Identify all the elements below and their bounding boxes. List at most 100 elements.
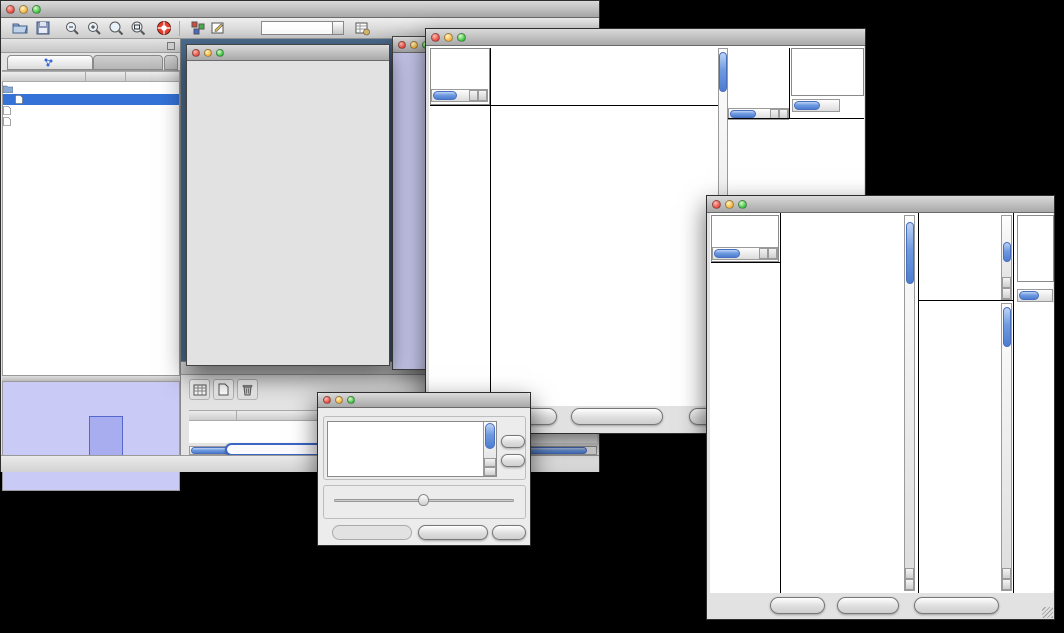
save-data-button[interactable] [837,597,899,614]
minimize-button[interactable] [444,33,453,42]
divider [918,300,1013,301]
scroll-up-icon[interactable] [1002,568,1011,579]
minimize-button[interactable] [19,5,28,14]
zoom-selected-icon[interactable] [108,20,124,36]
col-network[interactable] [2,71,86,82]
new-attribute-icon[interactable] [213,379,234,400]
minimize-button[interactable] [204,49,212,57]
tab-network[interactable] [7,55,93,70]
network-row[interactable] [3,105,179,116]
float-panel-icon[interactable] [167,42,175,50]
network-row[interactable] [3,116,179,127]
minimize-button[interactable] [335,396,343,404]
settings-button[interactable] [770,597,825,614]
open-file-icon[interactable] [12,20,28,36]
control-panel-header [1,39,180,53]
birdseye-viewport-rect[interactable] [89,416,123,460]
network-edges [127,94,181,105]
row-dendrogram[interactable] [430,107,490,404]
scroll-right-icon[interactable] [478,90,487,101]
heatmap-zoom-view[interactable] [921,303,1001,591]
close-button[interactable] [323,396,331,404]
heatmap-global-view[interactable] [781,215,904,591]
scroll-up-icon[interactable] [1002,277,1011,288]
scroll-right-icon[interactable] [768,248,777,259]
birdseye-view[interactable] [2,381,180,491]
zoom-fit-icon[interactable] [130,20,146,36]
zoom-window-button[interactable] [32,5,41,14]
scroll-down-icon[interactable] [905,579,914,590]
heatmap-zoom-view[interactable] [730,120,788,170]
create-vizmap-button[interactable] [418,525,488,540]
network-row-selected[interactable] [3,94,179,105]
network1-titlebar[interactable] [187,45,389,61]
export-graphics-button[interactable] [914,597,999,614]
resize-grip[interactable] [1042,607,1053,618]
help-lifesaver-icon[interactable] [156,20,172,36]
treeview1-titlebar[interactable] [426,29,865,46]
usage-hscrollbar[interactable] [792,99,840,112]
scroll-down-icon[interactable] [1002,288,1011,299]
scroll-up-icon[interactable] [905,568,914,579]
close-button[interactable] [431,33,440,42]
zoomview-vscrollbar[interactable] [1001,303,1012,591]
col-id[interactable] [189,410,237,421]
network-edges [127,105,181,116]
labels-vscrollbar[interactable] [1001,215,1012,300]
close-button[interactable] [398,41,406,49]
delete-attribute-icon[interactable] [237,379,258,400]
zoom-out-icon[interactable] [64,20,80,36]
control-panel [1,39,181,455]
treeview2-titlebar[interactable] [707,196,1054,213]
close-button[interactable] [712,200,721,209]
heatmap-global-view[interactable] [492,107,718,404]
speed-slider-thumb[interactable] [418,494,429,506]
viewstatus-hscrollbar[interactable] [712,247,778,260]
save-icon[interactable] [35,20,51,36]
zoom-window-button[interactable] [216,49,224,57]
scroll-left-icon[interactable] [469,90,478,101]
toolbar-divider [179,21,180,36]
minimize-button[interactable] [410,41,418,49]
divider [490,48,491,404]
tab-overflow-button[interactable] [164,55,178,70]
zoom-window-button[interactable] [738,200,747,209]
col-edges[interactable] [126,71,180,82]
close-button[interactable] [192,49,200,57]
cell-id [189,432,237,443]
attribute-table-icon[interactable] [354,20,370,36]
row-dendrogram[interactable] [711,264,779,592]
zoom-window-button[interactable] [347,396,355,404]
column-dendrogram[interactable] [492,48,718,105]
annotation-icon[interactable] [210,20,226,36]
close-button[interactable] [6,5,15,14]
cytoscape-titlebar[interactable] [1,1,599,18]
heatmap-vscrollbar[interactable] [904,215,915,591]
zoom-in-icon[interactable] [86,20,102,36]
attribute-list-vscrollbar[interactable] [483,422,496,476]
dialog-titlebar[interactable] [318,393,530,408]
usage-hscrollbar[interactable] [1017,289,1053,302]
network-row[interactable] [3,83,179,94]
minimize-button[interactable] [725,200,734,209]
done-button[interactable] [492,525,526,540]
viewstatus-hscrollbar[interactable] [431,89,488,102]
search-input[interactable] [261,21,333,35]
attribute-list[interactable] [327,421,497,477]
scroll-down-icon[interactable] [484,467,496,476]
col-nodes[interactable] [86,71,126,82]
scroll-up-icon[interactable] [484,458,496,467]
folder-icon [3,85,13,93]
network1-canvas[interactable] [187,61,389,366]
vizmap-nodes-icon[interactable] [190,20,206,36]
animate-vizmap-button[interactable] [332,525,412,540]
attribute-select-icon[interactable] [189,379,210,400]
scroll-left-icon[interactable] [759,248,768,259]
move-down-button[interactable] [501,454,525,467]
move-up-button[interactable] [501,435,525,448]
tab-vizmapper[interactable] [93,55,163,70]
search-dropdown-icon[interactable] [333,21,344,35]
zoom-window-button[interactable] [457,33,466,42]
scroll-down-icon[interactable] [1002,579,1011,590]
export-graphics-button[interactable] [571,408,663,425]
